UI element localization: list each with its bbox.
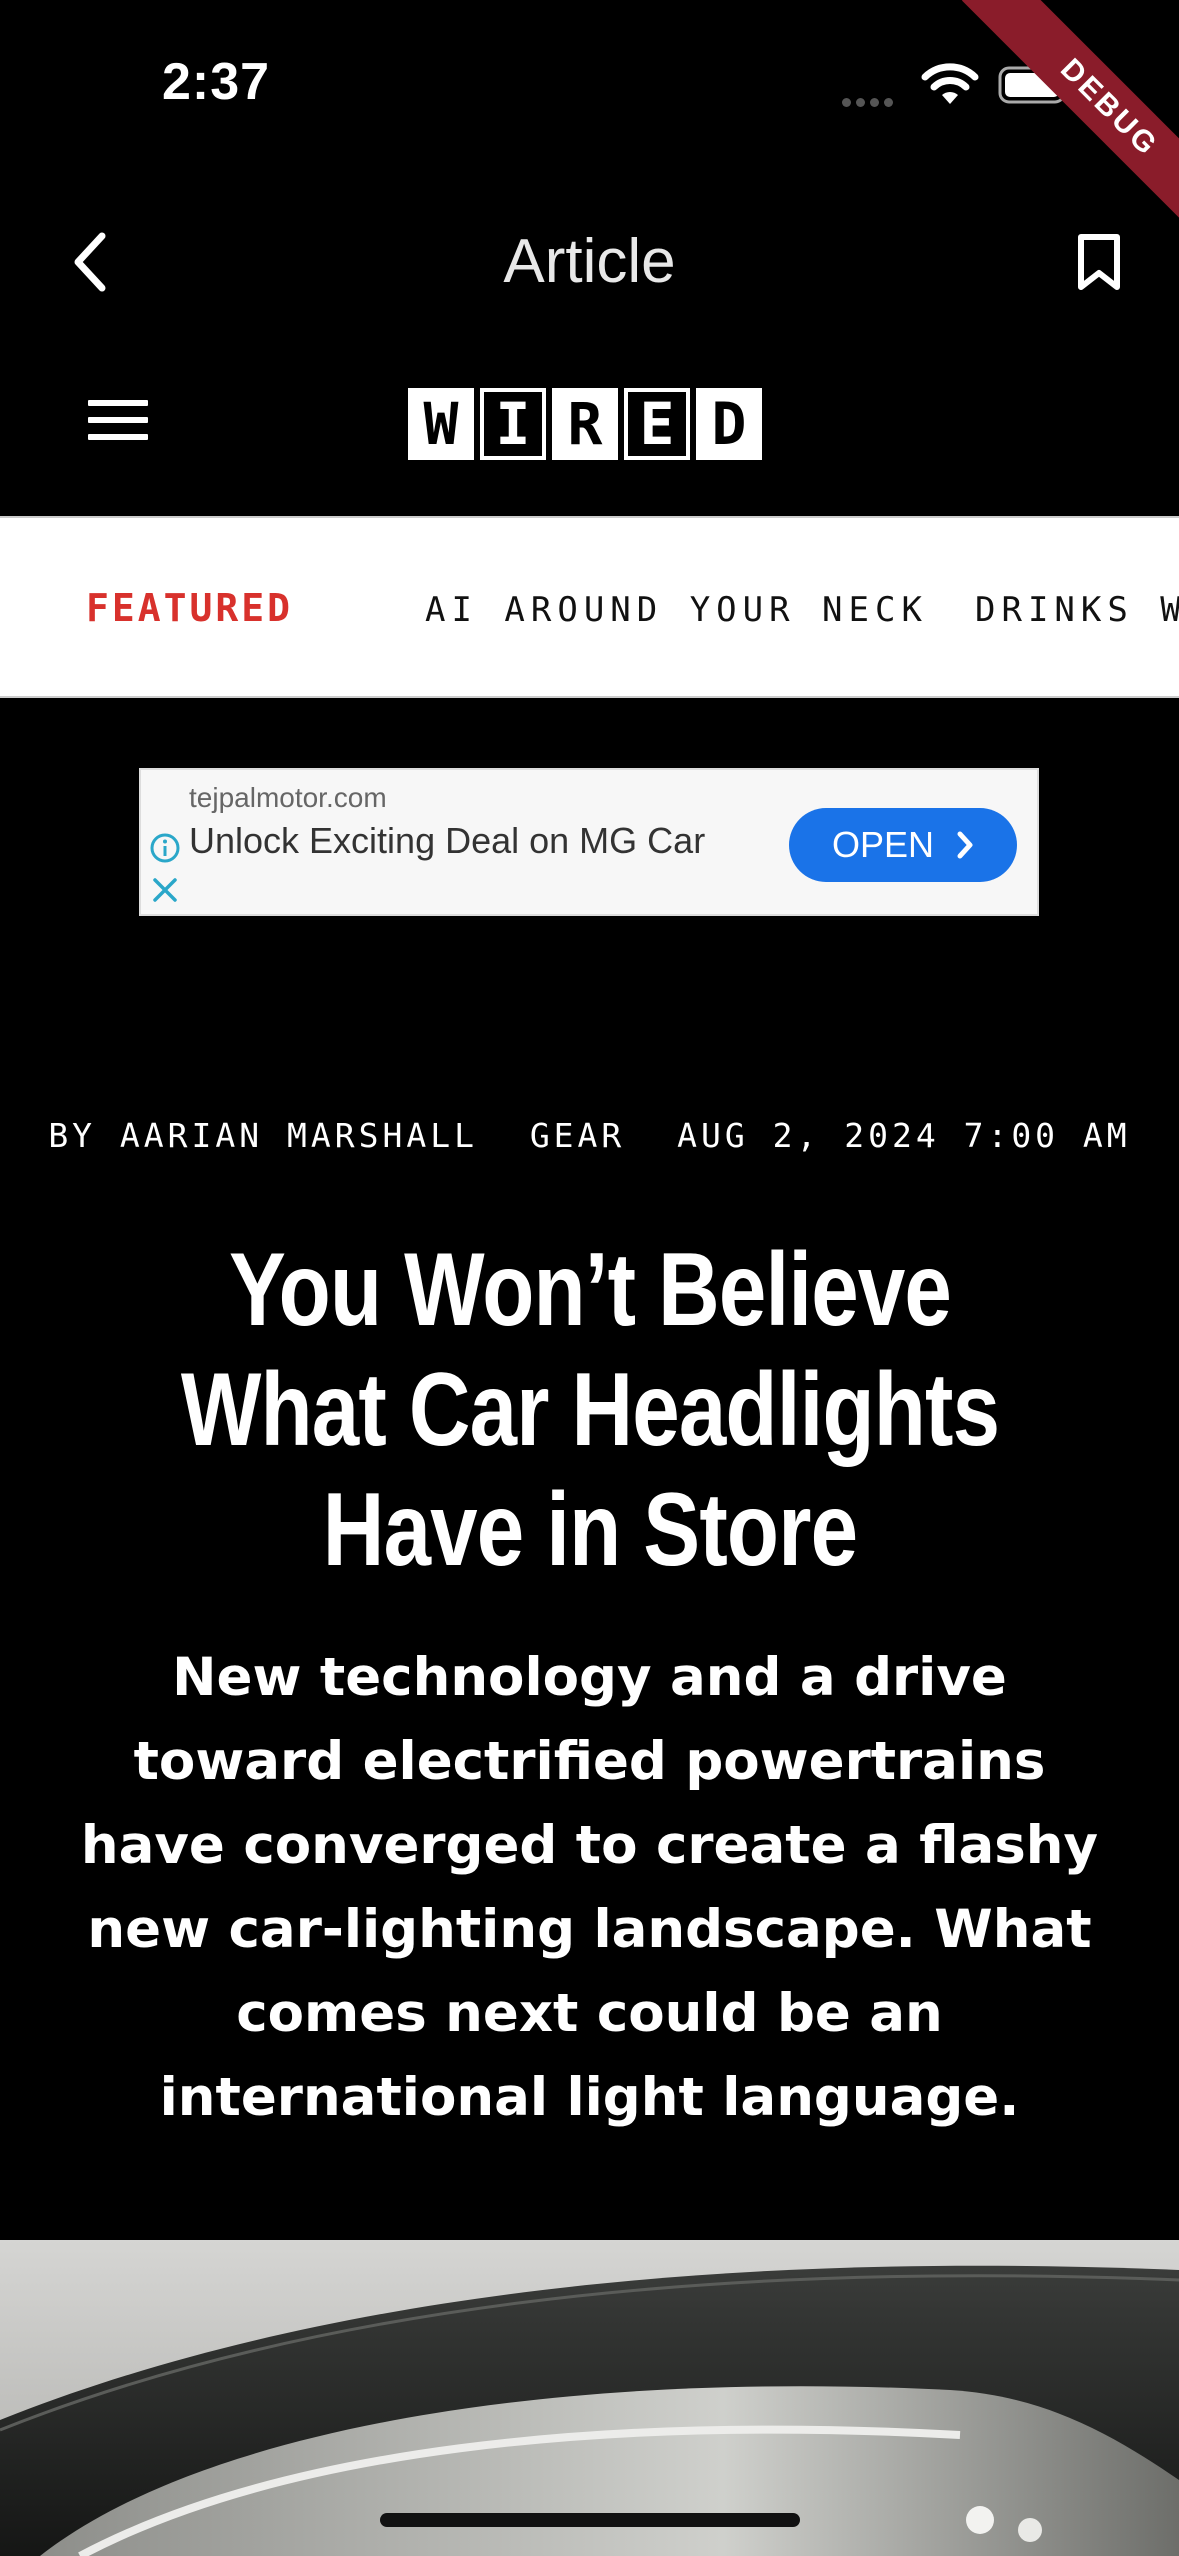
- ad-banner[interactable]: tejpalmotor.com Unlock Exciting Deal on …: [139, 768, 1039, 916]
- ad-headline: Unlock Exciting Deal on MG Car: [189, 820, 706, 861]
- bookmark-button[interactable]: [1059, 222, 1139, 302]
- nav-title: Article: [503, 227, 676, 296]
- author-name[interactable]: BY AARIAN MARSHALL: [48, 1116, 478, 1155]
- section-ticker: FEATURED AI AROUND YOUR NECK DRINKS WI: [0, 516, 1179, 698]
- ticker-featured-label: FEATURED: [86, 586, 294, 630]
- logo-letter: W: [408, 388, 474, 460]
- bookmark-icon: [1078, 234, 1120, 290]
- cellular-signal-icon: [842, 94, 898, 112]
- article-headline: You Won’t Believe What Car Headlights Ha…: [180, 1232, 1000, 1588]
- logo-letter: D: [696, 388, 762, 460]
- hamburger-menu-icon[interactable]: [88, 400, 148, 450]
- ad-domain: tejpalmotor.com: [189, 782, 387, 813]
- home-indicator[interactable]: [380, 2513, 800, 2527]
- nav-bar: Article: [0, 200, 1179, 320]
- ticker-item[interactable]: DRINKS WI: [975, 590, 1179, 630]
- headlight-illustration: [0, 2265, 1179, 2556]
- ad-open-label: OPEN: [831, 824, 935, 865]
- logo-letter: E: [624, 388, 690, 460]
- ticker-item[interactable]: AI AROUND YOUR NECK: [425, 590, 928, 630]
- logo-letter: I: [480, 388, 546, 460]
- wifi-icon: [921, 63, 979, 104]
- article-screen: 2:37 DEBUG Article W I R E D FEATURED AI…: [0, 0, 1179, 2556]
- status-time: 2:37: [162, 53, 271, 111]
- wired-logo[interactable]: W I R E D: [408, 388, 762, 460]
- article-byline: BY AARIAN MARSHALL GEAR AUG 2, 2024 7:00…: [0, 1116, 1179, 1155]
- section-label[interactable]: GEAR: [530, 1116, 625, 1155]
- info-icon[interactable]: [149, 832, 181, 864]
- site-header: W I R E D: [0, 340, 1179, 510]
- publish-date: AUG 2, 2024 7:00 AM: [677, 1116, 1131, 1155]
- ad-open-button[interactable]: OPEN: [789, 808, 1017, 882]
- hero-image: [0, 2240, 1179, 2556]
- logo-letter: R: [552, 388, 618, 460]
- article-dek: New technology and a drive toward electr…: [80, 1647, 1099, 2128]
- close-icon[interactable]: [149, 874, 181, 906]
- chevron-right-icon: [957, 831, 973, 859]
